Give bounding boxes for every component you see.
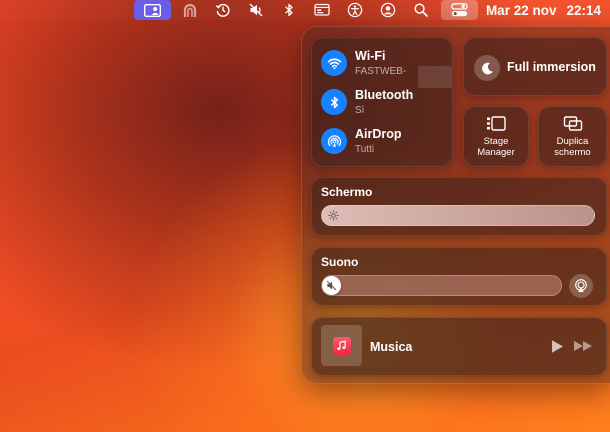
airdrop-icon [327, 135, 341, 147]
stage-manager-button[interactable]: Stage Manager [463, 106, 529, 167]
focus-label: Full immersion [507, 60, 596, 74]
wifi-network-name: FASTWEB- [355, 65, 407, 77]
stage-manager-label: Stage Manager [477, 136, 515, 158]
music-app-icon [332, 336, 351, 355]
display-menu-icon [314, 3, 331, 16]
display-status-item[interactable] [306, 0, 339, 20]
vpn-status-item[interactable] [174, 0, 207, 20]
airdrop-status: Tutti [355, 143, 375, 155]
time-machine-status-item[interactable] [207, 0, 240, 20]
display-title: Schermo [321, 185, 373, 199]
bluetooth-row[interactable]: Bluetooth Sì [321, 88, 414, 116]
speaker-muted-icon [326, 280, 337, 291]
airplay-audio-button[interactable] [569, 274, 593, 298]
stage-manager-icon [487, 116, 506, 131]
volume-status-item[interactable] [240, 0, 273, 20]
control-center-icon [451, 3, 468, 17]
fast-forward-icon [574, 341, 592, 351]
accessibility-status-item[interactable] [339, 0, 372, 20]
wifi-title: Wi-Fi [355, 49, 386, 63]
volume-knob[interactable] [322, 276, 341, 295]
bluetooth-status: Sì [355, 104, 365, 116]
airdrop-title: AirDrop [355, 127, 402, 141]
sound-module: Suono [311, 247, 607, 306]
fast-forward-button[interactable] [572, 338, 594, 354]
display-module: Schermo [311, 177, 607, 236]
play-button[interactable] [549, 338, 565, 354]
bluetooth-status-item[interactable] [273, 0, 306, 20]
arch-icon [184, 3, 197, 17]
screen-share-person-icon [143, 3, 161, 17]
bluetooth-toggle[interactable] [321, 89, 347, 116]
bluetooth-icon [285, 3, 294, 17]
focus-module[interactable]: Full immersion [463, 37, 607, 96]
airplay-audio-icon [575, 279, 587, 292]
brightness-knob[interactable] [324, 206, 343, 225]
control-center-panel: Wi-Fi FASTWEB- Bluetooth Sì AirDrop Tutt… [301, 26, 610, 384]
wifi-toggle[interactable] [321, 50, 347, 77]
moon-icon [481, 62, 493, 74]
volume-slider[interactable] [321, 275, 562, 296]
screen-mirroring-button[interactable]: Duplica schermo [538, 106, 607, 167]
time-machine-icon [216, 3, 230, 17]
control-center-status-item[interactable] [440, 0, 478, 20]
spotlight-status-item[interactable] [405, 0, 438, 20]
user-account-icon [381, 2, 396, 18]
album-artwork [321, 325, 362, 366]
bluetooth-title: Bluetooth [355, 88, 414, 102]
user-status-item[interactable] [372, 0, 405, 20]
airdrop-toggle[interactable] [321, 128, 347, 155]
speaker-muted-icon [249, 3, 263, 17]
network-module: Wi-Fi FASTWEB- Bluetooth Sì AirDrop Tutt… [311, 37, 453, 167]
menubar-clock[interactable]: 22:14 [561, 0, 606, 20]
screen-mirroring-icon [563, 116, 582, 131]
now-playing-module[interactable]: Musica [311, 317, 607, 376]
sound-title: Suono [321, 255, 359, 269]
bluetooth-icon [330, 96, 338, 109]
brightness-slider[interactable] [321, 205, 595, 226]
now-playing-title: Musica [370, 340, 413, 354]
menu-bar: Mar 22 nov 22:14 [0, 0, 610, 20]
music-note-icon [337, 340, 346, 350]
menubar-date[interactable]: Mar 22 nov [481, 0, 562, 20]
wifi-icon [327, 58, 341, 70]
search-icon [414, 3, 429, 17]
screen-sharing-status-item[interactable] [133, 0, 171, 20]
focus-toggle[interactable] [474, 55, 500, 81]
airdrop-row[interactable]: AirDrop Tutti [321, 127, 402, 155]
redacted-network-suffix [418, 66, 452, 88]
screen-mirroring-label: Duplica schermo [554, 136, 591, 158]
wifi-row[interactable]: Wi-Fi FASTWEB- [321, 49, 407, 77]
accessibility-icon [348, 2, 363, 18]
sun-icon [328, 210, 339, 221]
play-icon [552, 339, 563, 353]
